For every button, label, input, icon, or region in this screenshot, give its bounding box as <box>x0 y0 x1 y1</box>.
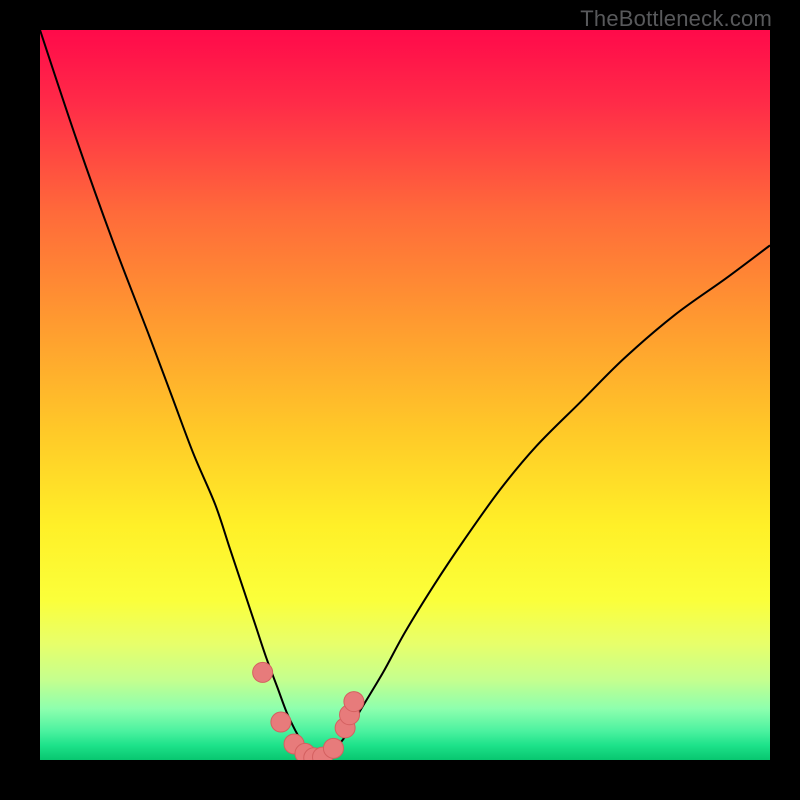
watermark-text: TheBottleneck.com <box>580 6 772 32</box>
data-marker <box>344 692 364 712</box>
data-marker <box>323 738 343 758</box>
data-marker <box>271 712 291 732</box>
chart-svg <box>40 30 770 760</box>
chart-frame: TheBottleneck.com <box>0 0 800 800</box>
plot-area <box>40 30 770 760</box>
data-marker <box>253 662 273 682</box>
gradient-background <box>40 30 770 760</box>
